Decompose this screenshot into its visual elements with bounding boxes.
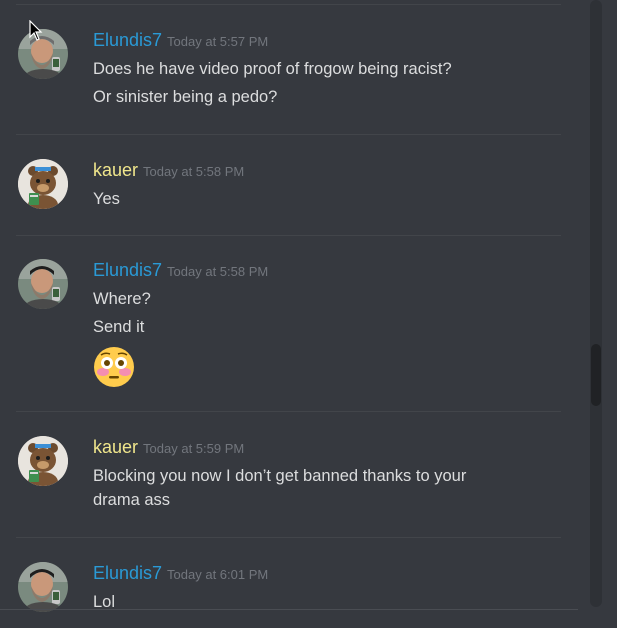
- timestamp: Today at 6:01 PM: [167, 567, 269, 582]
- message-group: kauer Today at 5:59 PM Blocking you now I…: [0, 436, 590, 526]
- message-divider: [16, 4, 561, 5]
- message-divider: [16, 411, 561, 412]
- message-divider: [16, 537, 561, 538]
- message-group: Elundis7 Today at 5:57 PM Does he have vi…: [0, 29, 590, 119]
- message-group: Elundis7 Today at 6:01 PM Lol: [0, 562, 590, 622]
- cartoon-bear-avatar[interactable]: [18, 159, 68, 209]
- username[interactable]: kauer: [93, 160, 138, 180]
- composer-divider: [0, 609, 578, 610]
- message-divider: [16, 134, 561, 135]
- message-text: Send it: [93, 318, 145, 336]
- message-group: Elundis7 Today at 5:58 PM Where? Send it: [0, 259, 590, 394]
- mouse-cursor-icon: [29, 19, 43, 47]
- cartoon-bear-avatar[interactable]: [18, 436, 68, 486]
- flushed-face-emoji[interactable]: [93, 346, 135, 388]
- timestamp: Today at 5:59 PM: [143, 441, 245, 456]
- timestamp: Today at 5:58 PM: [143, 164, 245, 179]
- username[interactable]: Elundis7: [93, 563, 162, 583]
- bearded-man-avatar[interactable]: [18, 29, 68, 79]
- message-text: Lol: [93, 593, 116, 611]
- message-header: Elundis7 Today at 5:57 PM: [93, 29, 268, 53]
- bearded-man-avatar[interactable]: [18, 562, 68, 612]
- bearded-man-avatar[interactable]: [18, 259, 68, 309]
- username[interactable]: Elundis7: [93, 30, 162, 50]
- timestamp: Today at 5:57 PM: [167, 34, 269, 49]
- message-divider: [16, 235, 561, 236]
- chat-message-list: Elundis7 Today at 5:57 PM Does he have vi…: [0, 0, 617, 628]
- username[interactable]: Elundis7: [93, 260, 162, 280]
- scrollbar-thumb[interactable]: [591, 344, 601, 406]
- message-text: Blocking you now I don’t get banned than…: [93, 467, 467, 509]
- message-header: kauer Today at 5:59 PM: [93, 436, 244, 460]
- message-header: kauer Today at 5:58 PM: [93, 159, 244, 183]
- message-text: Or sinister being a pedo?: [93, 88, 278, 106]
- message-header: Elundis7 Today at 6:01 PM: [93, 562, 268, 586]
- timestamp: Today at 5:58 PM: [167, 264, 269, 279]
- message-text: Does he have video proof of frogow being…: [93, 60, 452, 78]
- scrollbar-track[interactable]: [590, 0, 602, 607]
- message-text: Where?: [93, 290, 151, 308]
- message-text: Yes: [93, 190, 120, 208]
- message-group: kauer Today at 5:58 PM Yes: [0, 159, 590, 219]
- username[interactable]: kauer: [93, 437, 138, 457]
- message-header: Elundis7 Today at 5:58 PM: [93, 259, 268, 283]
